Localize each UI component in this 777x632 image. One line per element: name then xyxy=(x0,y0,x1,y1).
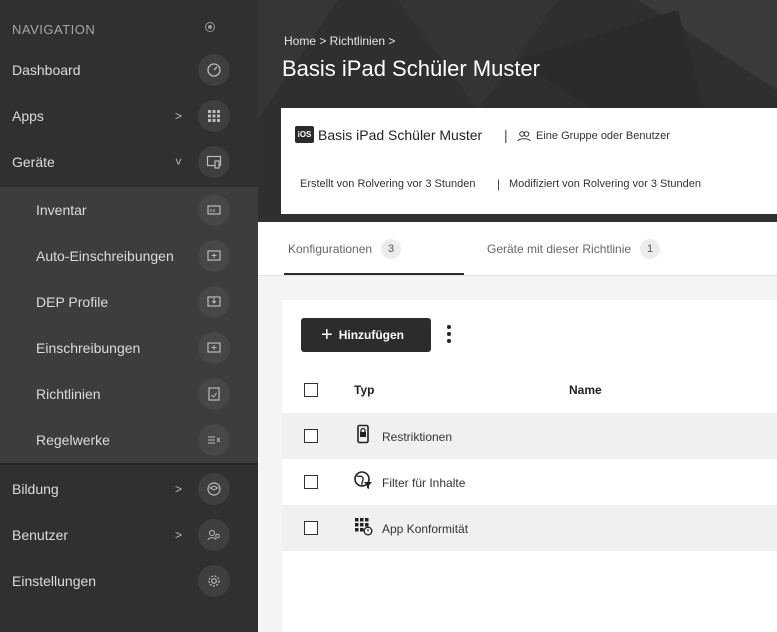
auto-enroll-icon xyxy=(198,240,230,272)
sidebar-item-regelwerke[interactable]: Regelwerke xyxy=(0,417,258,463)
row-label: Filter für Inhalte xyxy=(382,476,466,490)
devices-icon xyxy=(198,146,230,178)
tab-label: Konfigurationen xyxy=(288,242,373,256)
row-checkbox[interactable] xyxy=(304,429,318,443)
ios-badge: iOS xyxy=(295,126,314,143)
dep-profile-icon xyxy=(198,286,230,318)
group-icon xyxy=(517,131,531,142)
inventory-icon xyxy=(198,194,230,226)
restriction-icon xyxy=(357,424,369,444)
sidebar-item-label: Geräte xyxy=(12,154,55,170)
select-all-checkbox[interactable] xyxy=(304,383,318,397)
modified-info: Modifiziert von Rolvering vor 3 Stunden xyxy=(509,178,701,190)
education-icon xyxy=(198,473,230,505)
table-row[interactable]: Filter für Inhalte xyxy=(282,459,777,505)
sidebar: NAVIGATION Dashboard Apps > Geräte ˅ Inv… xyxy=(0,0,258,632)
policy-name: Basis iPad Schüler Muster xyxy=(318,127,483,143)
sidebar-item-apps[interactable]: Apps > xyxy=(0,93,258,139)
table-row[interactable]: Restriktionen xyxy=(282,413,777,459)
column-header-typ[interactable]: Typ xyxy=(354,383,374,397)
policy-icon xyxy=(198,378,230,410)
sidebar-item-label: Apps xyxy=(12,108,44,124)
tab-label: Geräte mit dieser Richtlinie xyxy=(487,242,632,256)
users-icon xyxy=(198,519,230,551)
sidebar-header: NAVIGATION xyxy=(12,22,96,37)
tab-geraete-mit-richtlinie[interactable]: Geräte mit dieser Richtlinie 1 xyxy=(487,239,661,259)
chevron-right-icon: > xyxy=(175,482,183,496)
row-label: App Konformität xyxy=(382,522,469,536)
policy-info-card: iOS Basis iPad Schüler Muster | Eine Gru… xyxy=(281,108,777,214)
row-checkbox[interactable] xyxy=(304,475,318,489)
plus-icon: + xyxy=(321,324,333,346)
sidebar-item-auto-einschreibungen[interactable]: Auto-Einschreibungen xyxy=(0,233,258,279)
chevron-right-icon: > xyxy=(175,528,183,542)
sidebar-pin-icon[interactable] xyxy=(205,22,215,32)
active-tab-indicator xyxy=(284,273,464,275)
gauge-icon xyxy=(198,54,230,86)
sidebar-item-geraete[interactable]: Geräte ˅ xyxy=(0,139,258,185)
page-title: Basis iPad Schüler Muster xyxy=(282,56,540,81)
tab-konfigurationen[interactable]: Konfigurationen 3 xyxy=(288,239,402,259)
policy-group-assignment[interactable]: Eine Gruppe oder Benutzer xyxy=(536,130,670,142)
row-checkbox[interactable] xyxy=(304,521,318,535)
sidebar-item-label: Einschreibungen xyxy=(36,340,141,356)
sidebar-item-bildung[interactable]: Bildung > xyxy=(0,466,258,512)
sidebar-item-dashboard[interactable]: Dashboard xyxy=(0,47,258,93)
sidebar-item-richtlinien[interactable]: Richtlinien xyxy=(0,371,258,417)
created-info: Erstellt von Rolvering vor 3 Stunden xyxy=(300,178,476,190)
chevron-right-icon: > xyxy=(175,109,183,123)
sidebar-item-einschreibungen[interactable]: Einschreibungen xyxy=(0,325,258,371)
row-label: Restriktionen xyxy=(382,430,453,444)
info-separator: | xyxy=(504,127,508,143)
info-separator: | xyxy=(497,177,501,191)
tab-bar: Konfigurationen 3 Geräte mit dieser Rich… xyxy=(258,222,777,276)
sidebar-item-einstellungen[interactable]: Einstellungen xyxy=(0,558,258,604)
app-compliance-icon xyxy=(355,518,373,536)
tab-count-badge: 3 xyxy=(381,239,402,259)
table-header-row: Typ Name xyxy=(282,367,777,413)
sidebar-item-label: Inventar xyxy=(36,202,87,218)
sidebar-item-label: Regelwerke xyxy=(36,432,110,448)
configurations-panel: + Hinzufügen Typ Name Restriktionen Filt… xyxy=(282,300,777,632)
sidebar-item-label: Auto-Einschreibungen xyxy=(36,248,174,264)
grid-icon xyxy=(198,100,230,132)
breadcrumb[interactable]: Home > Richtlinien > xyxy=(284,34,395,48)
add-button-label: Hinzufügen xyxy=(338,328,405,342)
settings-gear-icon xyxy=(198,565,230,597)
column-header-name[interactable]: Name xyxy=(569,383,602,397)
sidebar-item-label: Benutzer xyxy=(12,527,69,543)
sidebar-item-label: Bildung xyxy=(12,481,59,497)
content-filter-icon xyxy=(354,471,372,489)
rules-icon xyxy=(198,424,230,456)
more-options-icon[interactable] xyxy=(446,325,452,345)
chevron-down-icon: ˅ xyxy=(175,155,183,169)
tab-count-badge: 1 xyxy=(640,239,661,259)
sidebar-item-label: Einstellungen xyxy=(12,573,97,589)
sidebar-item-inventar[interactable]: Inventar xyxy=(0,187,258,233)
table-row[interactable]: App Konformität xyxy=(282,505,777,551)
enrollment-icon xyxy=(198,332,230,364)
sidebar-item-label: DEP Profile xyxy=(36,294,109,310)
sidebar-item-label: Richtlinien xyxy=(36,386,101,402)
sidebar-divider xyxy=(0,463,258,465)
sidebar-item-benutzer[interactable]: Benutzer > xyxy=(0,512,258,558)
add-button[interactable]: + Hinzufügen xyxy=(301,318,431,352)
sidebar-item-dep-profile[interactable]: DEP Profile xyxy=(0,279,258,325)
sidebar-item-label: Dashboard xyxy=(12,62,81,78)
